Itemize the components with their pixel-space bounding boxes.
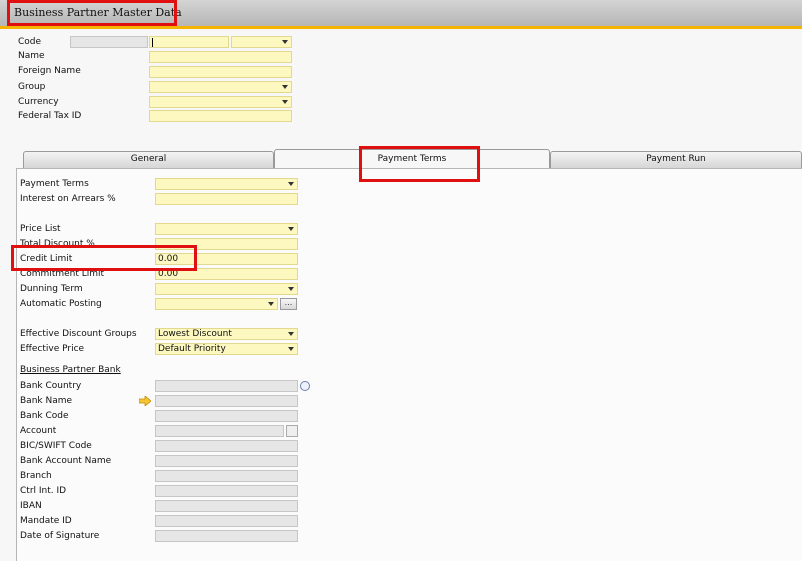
tab-payment-run-label: Payment Run [646, 154, 706, 164]
automatic-posting-dropdown[interactable] [155, 298, 278, 310]
effective-discount-groups-dropdown[interactable]: Lowest Discount [155, 328, 298, 340]
link-arrow-icon[interactable] [139, 396, 151, 406]
federal-tax-id-field[interactable] [149, 110, 292, 122]
account-field[interactable] [155, 425, 284, 437]
currency-dropdown[interactable] [149, 96, 292, 108]
effective-price-dropdown[interactable]: Default Priority [155, 343, 298, 355]
name-field[interactable] [149, 51, 292, 63]
chevron-down-icon [282, 85, 288, 89]
form-content: Code Name Foreign Name Group Currency Fe… [0, 29, 802, 561]
code-field[interactable] [149, 36, 229, 48]
federal-tax-id-label: Federal Tax ID [18, 111, 82, 121]
date-of-signature-label: Date of Signature [20, 531, 100, 541]
date-of-signature-field[interactable] [155, 530, 298, 542]
payment-terms-label: Payment Terms [20, 179, 89, 189]
code-type-dropdown[interactable] [231, 36, 292, 48]
automatic-posting-ellipsis-button[interactable]: ... [280, 298, 297, 310]
ctrl-int-id-label: Ctrl Int. ID [20, 486, 67, 496]
group-label: Group [18, 82, 46, 92]
tab-payment-run[interactable]: Payment Run [550, 151, 802, 168]
bank-country-label: Bank Country [20, 381, 82, 391]
bank-country-field[interactable] [155, 380, 298, 392]
name-label: Name [18, 51, 45, 61]
highlight-box-title [7, 0, 177, 26]
payment-terms-dropdown[interactable] [155, 178, 298, 190]
ctrl-int-id-field[interactable] [155, 485, 298, 497]
effective-discount-groups-value: Lowest Discount [158, 329, 232, 339]
payment-terms-panel: Payment Terms Interest on Arrears % Pric… [16, 168, 802, 561]
group-dropdown[interactable] [149, 81, 292, 93]
effective-price-label: Effective Price [20, 344, 85, 354]
foreign-name-label: Foreign Name [18, 66, 81, 76]
account-label: Account [20, 426, 57, 436]
branch-field[interactable] [155, 470, 298, 482]
chevron-down-icon [288, 227, 294, 231]
tab-general[interactable]: General [23, 151, 274, 168]
branch-label: Branch [20, 471, 52, 481]
currency-label: Currency [18, 97, 59, 107]
highlight-box-payment-terms-tab [359, 146, 480, 182]
price-list-label: Price List [20, 224, 61, 234]
bank-section-title: Business Partner Bank [20, 365, 121, 375]
bank-code-label: Bank Code [20, 411, 69, 421]
list-icon[interactable] [300, 381, 310, 391]
iban-field[interactable] [155, 500, 298, 512]
effective-discount-groups-label: Effective Discount Groups [20, 329, 137, 339]
interest-on-arrears-field[interactable] [155, 193, 298, 205]
chevron-down-icon [282, 40, 288, 44]
mandate-id-field[interactable] [155, 515, 298, 527]
mandate-id-label: Mandate ID [20, 516, 72, 526]
iban-label: IBAN [20, 501, 42, 511]
chevron-down-icon [288, 347, 294, 351]
bank-code-field[interactable] [155, 410, 298, 422]
bank-name-label: Bank Name [20, 396, 73, 406]
chevron-down-icon [288, 182, 294, 186]
bic-swift-field[interactable] [155, 440, 298, 452]
effective-price-value: Default Priority [158, 344, 226, 354]
chevron-down-icon [282, 100, 288, 104]
bank-account-name-field[interactable] [155, 455, 298, 467]
account-lookup-button[interactable] [286, 425, 298, 437]
chevron-down-icon [288, 287, 294, 291]
bank-account-name-label: Bank Account Name [20, 456, 112, 466]
interest-on-arrears-label: Interest on Arrears % [20, 194, 116, 204]
bank-name-field[interactable] [155, 395, 298, 407]
highlight-box-credit-limit [11, 245, 197, 271]
text-cursor [152, 38, 153, 47]
chevron-down-icon [268, 302, 274, 306]
bic-swift-label: BIC/SWIFT Code [20, 441, 92, 451]
price-list-dropdown[interactable] [155, 223, 298, 235]
dunning-term-dropdown[interactable] [155, 283, 298, 295]
foreign-name-field[interactable] [149, 66, 292, 78]
code-label: Code [18, 37, 42, 47]
code-series-field[interactable] [70, 36, 148, 48]
dunning-term-label: Dunning Term [20, 284, 83, 294]
automatic-posting-label: Automatic Posting [20, 299, 102, 309]
chevron-down-icon [288, 332, 294, 336]
tab-general-label: General [130, 154, 167, 164]
